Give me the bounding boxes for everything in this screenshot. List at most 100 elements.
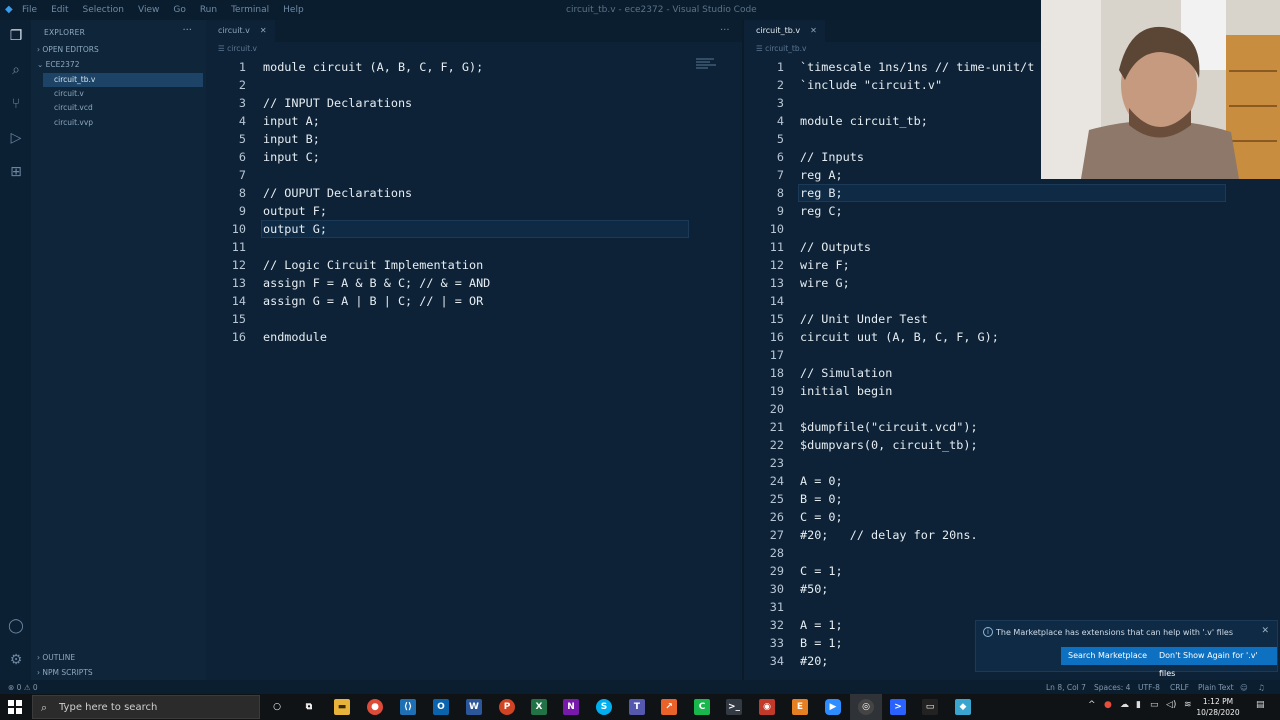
- breadcrumb[interactable]: ☰ circuit_tb.v: [756, 44, 806, 53]
- code-area[interactable]: 1 module circuit (A, B, C, F, G); 2 3 // INP…: [206, 57, 742, 657]
- skype-icon[interactable]: S: [596, 699, 612, 715]
- code-line[interactable]: output F;: [263, 202, 327, 220]
- tab-circuit-tb-v[interactable]: circuit_tb.v ✕: [744, 20, 825, 42]
- network-icon[interactable]: ▭: [1150, 700, 1159, 710]
- chrome-icon[interactable]: ●: [367, 699, 383, 715]
- extensions-icon[interactable]: ⊞: [6, 162, 26, 182]
- volume-icon[interactable]: ◁): [1166, 700, 1176, 710]
- menu-go[interactable]: Go: [173, 5, 185, 15]
- code-line[interactable]: // Unit Under Test: [800, 310, 928, 328]
- code-line[interactable]: A = 1;: [800, 616, 843, 634]
- search-icon[interactable]: ⌕: [6, 60, 26, 80]
- task-view-icon[interactable]: ⧉: [301, 699, 317, 715]
- tab-circuit-v[interactable]: circuit.v ✕: [206, 20, 275, 42]
- source-control-icon[interactable]: ⑂: [6, 94, 26, 114]
- cloud-icon[interactable]: ☁: [1120, 700, 1129, 710]
- code-line[interactable]: // Logic Circuit Implementation: [263, 256, 483, 274]
- notifications-icon[interactable]: ▤: [1256, 700, 1265, 710]
- file-explorer-icon[interactable]: ▬: [334, 699, 350, 715]
- more-actions-icon[interactable]: ···: [182, 25, 192, 36]
- encoding[interactable]: UTF-8: [1138, 683, 1160, 692]
- code-line[interactable]: // INPUT Declarations: [263, 94, 412, 112]
- npm-scripts-section[interactable]: › NPM SCRIPTS: [37, 668, 93, 677]
- menu-terminal[interactable]: Terminal: [231, 5, 269, 15]
- code-line[interactable]: reg A;: [800, 166, 843, 184]
- menu-file[interactable]: File: [22, 5, 37, 15]
- folder-ece2372[interactable]: ⌄ ECE2372: [37, 60, 79, 69]
- code-line[interactable]: // Inputs: [800, 148, 864, 166]
- windows-start-icon[interactable]: [8, 700, 22, 714]
- powerpoint-icon[interactable]: P: [499, 699, 515, 715]
- account-icon[interactable]: ◯: [6, 616, 26, 636]
- close-icon[interactable]: ✕: [810, 26, 817, 35]
- file-circuit-vvp[interactable]: circuit.vvp: [43, 116, 203, 130]
- menu-selection[interactable]: Selection: [83, 5, 124, 15]
- code-line[interactable]: module circuit_tb;: [800, 112, 928, 130]
- run-debug-icon[interactable]: ▷: [6, 128, 26, 148]
- word-icon[interactable]: W: [466, 699, 482, 715]
- problems-indicator[interactable]: ⊗ 0 ⚠ 0: [8, 683, 38, 692]
- code-line[interactable]: `include "circuit.v": [800, 76, 942, 94]
- code-line[interactable]: input A;: [263, 112, 320, 130]
- outlook-icon[interactable]: O: [433, 699, 449, 715]
- menu-view[interactable]: View: [138, 5, 159, 15]
- app-icon[interactable]: ◉: [759, 699, 775, 715]
- menu-edit[interactable]: Edit: [51, 5, 68, 15]
- menu-help[interactable]: Help: [283, 5, 304, 15]
- code-line[interactable]: reg B;: [800, 184, 843, 202]
- code-line[interactable]: B = 0;: [800, 490, 843, 508]
- microphone-icon[interactable]: ▮: [1136, 700, 1141, 710]
- code-line[interactable]: input C;: [263, 148, 320, 166]
- close-icon[interactable]: ✕: [260, 26, 267, 35]
- code-line[interactable]: initial begin: [800, 382, 892, 400]
- code-line[interactable]: #20; // delay for 20ns.: [800, 526, 978, 544]
- code-line[interactable]: input B;: [263, 130, 320, 148]
- gear-icon[interactable]: ⚙: [6, 650, 26, 670]
- indentation[interactable]: Spaces: 4: [1094, 683, 1130, 692]
- wifi-icon[interactable]: ≋: [1184, 700, 1192, 710]
- code-line[interactable]: C = 0;: [800, 508, 843, 526]
- onenote-icon[interactable]: N: [563, 699, 579, 715]
- code-line[interactable]: #20;: [800, 652, 828, 670]
- code-line[interactable]: circuit uut (A, B, C, F, G);: [800, 328, 999, 346]
- code-line[interactable]: assign G = A | B | C; // | = OR: [263, 292, 483, 310]
- file-circuit-vcd[interactable]: circuit.vcd: [43, 101, 203, 115]
- open-editors-section[interactable]: › OPEN EDITORS: [37, 45, 99, 54]
- code-line[interactable]: C = 1;: [800, 562, 843, 580]
- code-line[interactable]: wire F;: [800, 256, 850, 274]
- vscode-taskbar-icon[interactable]: ⟨⟩: [400, 699, 416, 715]
- app-icon[interactable]: C: [694, 699, 710, 715]
- code-line[interactable]: // OUPUT Declarations: [263, 184, 412, 202]
- menu-run[interactable]: Run: [200, 5, 217, 15]
- command-prompt-icon[interactable]: ▭: [922, 699, 938, 715]
- code-line[interactable]: A = 0;: [800, 472, 843, 490]
- file-circuit-tb-v[interactable]: circuit_tb.v: [43, 73, 203, 87]
- language-mode[interactable]: Plain Text: [1198, 683, 1234, 692]
- search-marketplace-button[interactable]: Search Marketplace: [1061, 647, 1155, 665]
- tray-app-icon[interactable]: ●: [1104, 700, 1112, 710]
- cortana-icon[interactable]: ○: [269, 699, 285, 715]
- terminal-icon[interactable]: >_: [726, 699, 742, 715]
- file-circuit-v[interactable]: circuit.v: [43, 87, 203, 101]
- app-icon[interactable]: ◆: [955, 699, 971, 715]
- code-line[interactable]: // Simulation: [800, 364, 892, 382]
- code-line[interactable]: module circuit (A, B, C, F, G);: [263, 58, 483, 76]
- system-clock[interactable]: 1:12 PM 10/28/2020: [1196, 696, 1240, 718]
- line-ending[interactable]: CRLF: [1170, 683, 1189, 692]
- teams-icon[interactable]: T: [629, 699, 645, 715]
- obs-icon[interactable]: ◎: [858, 699, 874, 715]
- close-icon[interactable]: ✕: [1261, 626, 1269, 636]
- code-line[interactable]: #50;: [800, 580, 828, 598]
- zoom-icon[interactable]: ▶: [825, 699, 841, 715]
- code-line[interactable]: wire G;: [800, 274, 850, 292]
- code-line[interactable]: assign F = A & B & C; // & = AND: [263, 274, 490, 292]
- code-line[interactable]: output G;: [263, 220, 327, 238]
- outline-section[interactable]: › OUTLINE: [37, 653, 75, 662]
- code-line[interactable]: endmodule: [263, 328, 327, 346]
- cursor-position[interactable]: Ln 8, Col 7: [1046, 683, 1086, 692]
- app-icon[interactable]: ↗: [661, 699, 677, 715]
- taskbar-search-box[interactable]: ⌕ Type here to search: [32, 695, 260, 719]
- app-icon[interactable]: E: [792, 699, 808, 715]
- more-actions-icon[interactable]: ···: [720, 25, 730, 36]
- code-line[interactable]: reg C;: [800, 202, 843, 220]
